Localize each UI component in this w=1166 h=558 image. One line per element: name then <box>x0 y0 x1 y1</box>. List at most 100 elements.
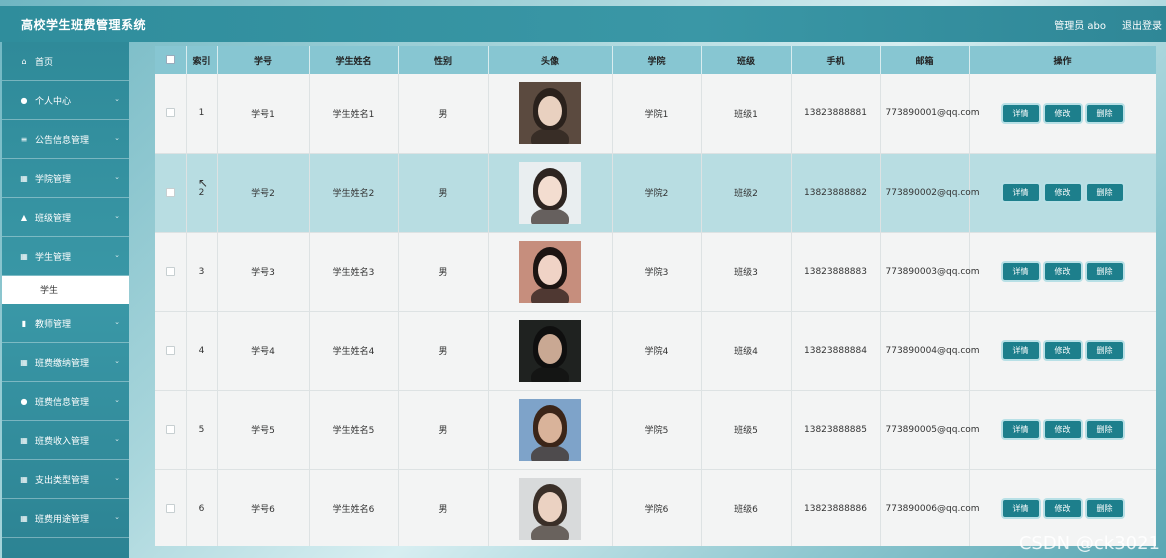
cell-student-name: 学生姓名6 <box>309 469 399 546</box>
email-text: 773890003@qq.com <box>885 266 980 277</box>
col-student-name: 学生姓名 <box>309 46 399 74</box>
chevron-down-icon: ⌄ <box>114 95 120 103</box>
delete-button[interactable]: 删除 <box>1086 104 1123 122</box>
home-icon: ⌂ <box>21 56 27 66</box>
avatar <box>519 161 581 224</box>
chevron-down-icon: ⌄ <box>114 134 120 142</box>
email-text: 773890001@qq.com <box>885 108 980 119</box>
detail-button[interactable]: 详情 <box>1002 184 1039 201</box>
sidebar-item-6[interactable]: ▮ 教师管理 ⌄ <box>2 304 129 343</box>
sidebar-item-label: 教师管理 <box>35 319 72 330</box>
cell-class: 班级1 <box>701 74 792 154</box>
bar-icon: ▮ <box>21 318 27 328</box>
edit-button[interactable]: 修改 <box>1044 263 1081 280</box>
edit-button[interactable]: 修改 <box>1044 421 1081 438</box>
row-checkbox[interactable] <box>155 469 187 546</box>
delete-button[interactable]: 删除 <box>1086 263 1123 280</box>
admin-user-label: 管理员 abo <box>1054 20 1106 32</box>
sidebar-item-7[interactable]: ▦ 班费缴纳管理 ⌄ <box>2 343 129 382</box>
col-college: 学院 <box>612 46 702 74</box>
grid-icon: ▦ <box>20 513 28 523</box>
edit-button[interactable]: 修改 <box>1044 184 1081 201</box>
cell-class: 班级6 <box>701 469 792 546</box>
sidebar-item-4[interactable]: ▲ 班级管理 ⌄ <box>2 198 129 237</box>
table-header-row: 索引 学号 学生姓名 性别 头像 学院 班级 手机 邮箱 操作 <box>155 46 1156 74</box>
chevron-down-icon: ⌄ <box>114 396 120 404</box>
delete-button[interactable]: 删除 <box>1086 342 1123 359</box>
detail-button[interactable]: 详情 <box>1002 421 1039 438</box>
chevron-down-icon: ⌄ <box>114 357 120 365</box>
sidebar-item-5[interactable]: ▦ 学生管理 ⌄ <box>2 237 129 276</box>
sidebar-item-11[interactable]: ▦ 班费用途管理 ⌄ <box>2 499 129 538</box>
sidebar: ⌂ 首页 ● 个人中心 ⌄ ≡ 公告信息管理 ⌄ ▦ 学院管理 ⌄ ▲ 班级管理 ⌄ ▦ 学生管理 ⌄ 学生 ▮ 教师… <box>2 42 129 558</box>
cell-avatar <box>488 469 613 546</box>
app-title: 高校学生班费管理系统 <box>21 17 147 32</box>
detail-button[interactable]: 详情 <box>1002 104 1039 122</box>
edit-button[interactable]: 修改 <box>1044 342 1081 359</box>
chevron-down-icon: ⌄ <box>114 318 120 326</box>
avatar <box>519 82 581 145</box>
sidebar-item-9[interactable]: ▦ 班费收入管理 ⌄ <box>2 421 129 460</box>
cell-avatar <box>488 390 613 470</box>
cell-student-no: 学号4 <box>217 311 310 391</box>
select-all-checkbox[interactable] <box>155 46 187 74</box>
grid-icon: ▦ <box>20 357 28 367</box>
delete-button[interactable]: 删除 <box>1086 184 1123 201</box>
chevron-down-icon: ⌄ <box>114 212 120 220</box>
edit-button[interactable]: 修改 <box>1044 104 1081 122</box>
cell-college: 学院6 <box>612 469 702 546</box>
row-checkbox[interactable] <box>155 390 187 470</box>
cell-student-name: 学生姓名1 <box>309 74 399 154</box>
cell-avatar <box>488 153 613 233</box>
email-text: 773890004@qq.com <box>885 345 980 356</box>
logout-link[interactable]: 退出登录 <box>1122 17 1162 32</box>
chevron-down-icon: ⌄ <box>114 251 120 259</box>
list-icon: ≡ <box>20 134 28 144</box>
row-checkbox[interactable] <box>155 311 187 391</box>
table-row: 3 学号3 学生姓名3 男 学院3 班级3 13823888883 773890003@qq.… <box>155 232 1156 312</box>
delete-button[interactable]: 删除 <box>1086 500 1123 517</box>
grid-icon: ▦ <box>20 474 28 484</box>
cell-sex: 男 <box>398 153 489 233</box>
sidebar-subitem-student[interactable]: 学生 <box>2 276 129 304</box>
cell-student-no: 学号5 <box>217 390 310 470</box>
cell-actions: 详情 修改 删除 <box>969 311 1156 391</box>
sidebar-item-8[interactable]: ● 班费信息管理 ⌄ <box>2 382 129 421</box>
detail-button[interactable]: 详情 <box>1002 263 1039 280</box>
cell-student-name: 学生姓名3 <box>309 232 399 312</box>
cell-student-no: 学号3 <box>217 232 310 312</box>
grid-icon: ▦ <box>20 435 28 445</box>
sidebar-item-label: 支出类型管理 <box>35 475 90 486</box>
row-checkbox[interactable] <box>155 74 187 154</box>
cell-email: 773890002@qq.com <box>880 153 980 233</box>
col-email: 邮箱 <box>880 46 970 74</box>
cell-email: 773890005@qq.com <box>880 390 980 470</box>
row-checkbox[interactable] <box>155 232 187 312</box>
col-student-no: 学号 <box>217 46 310 74</box>
row-checkbox[interactable] <box>155 153 187 233</box>
sidebar-item-1[interactable]: ● 个人中心 ⌄ <box>2 81 129 120</box>
col-phone: 手机 <box>791 46 881 74</box>
cell-phone: 13823888884 <box>791 311 881 391</box>
delete-button[interactable]: 删除 <box>1086 421 1123 438</box>
table-row: 6 学号6 学生姓名6 男 学院6 班级6 13823888886 773890006@qq.… <box>155 469 1156 546</box>
chevron-down-icon: ⌄ <box>114 435 120 443</box>
sidebar-item-0[interactable]: ⌂ 首页 <box>2 42 129 81</box>
cell-index: 6 <box>186 469 218 546</box>
user-icon: ● <box>20 95 28 105</box>
col-sex: 性别 <box>398 46 489 74</box>
detail-button[interactable]: 详情 <box>1002 342 1039 359</box>
sidebar-item-10[interactable]: ▦ 支出类型管理 ⌄ <box>2 460 129 499</box>
edit-button[interactable]: 修改 <box>1044 500 1081 517</box>
cell-college: 学院4 <box>612 311 702 391</box>
cell-email: 773890004@qq.com <box>880 311 980 391</box>
chevron-down-icon: ⌄ <box>114 513 120 521</box>
sidebar-item-3[interactable]: ▦ 学院管理 ⌄ <box>2 159 129 198</box>
sidebar-item-2[interactable]: ≡ 公告信息管理 ⌄ <box>2 120 129 159</box>
detail-button[interactable]: 详情 <box>1002 500 1039 517</box>
cell-index: 3 <box>186 232 218 312</box>
cell-class: 班级4 <box>701 311 792 391</box>
email-text: 773890006@qq.com <box>885 503 980 514</box>
cell-index: 1 <box>186 74 218 154</box>
cell-college: 学院5 <box>612 390 702 470</box>
